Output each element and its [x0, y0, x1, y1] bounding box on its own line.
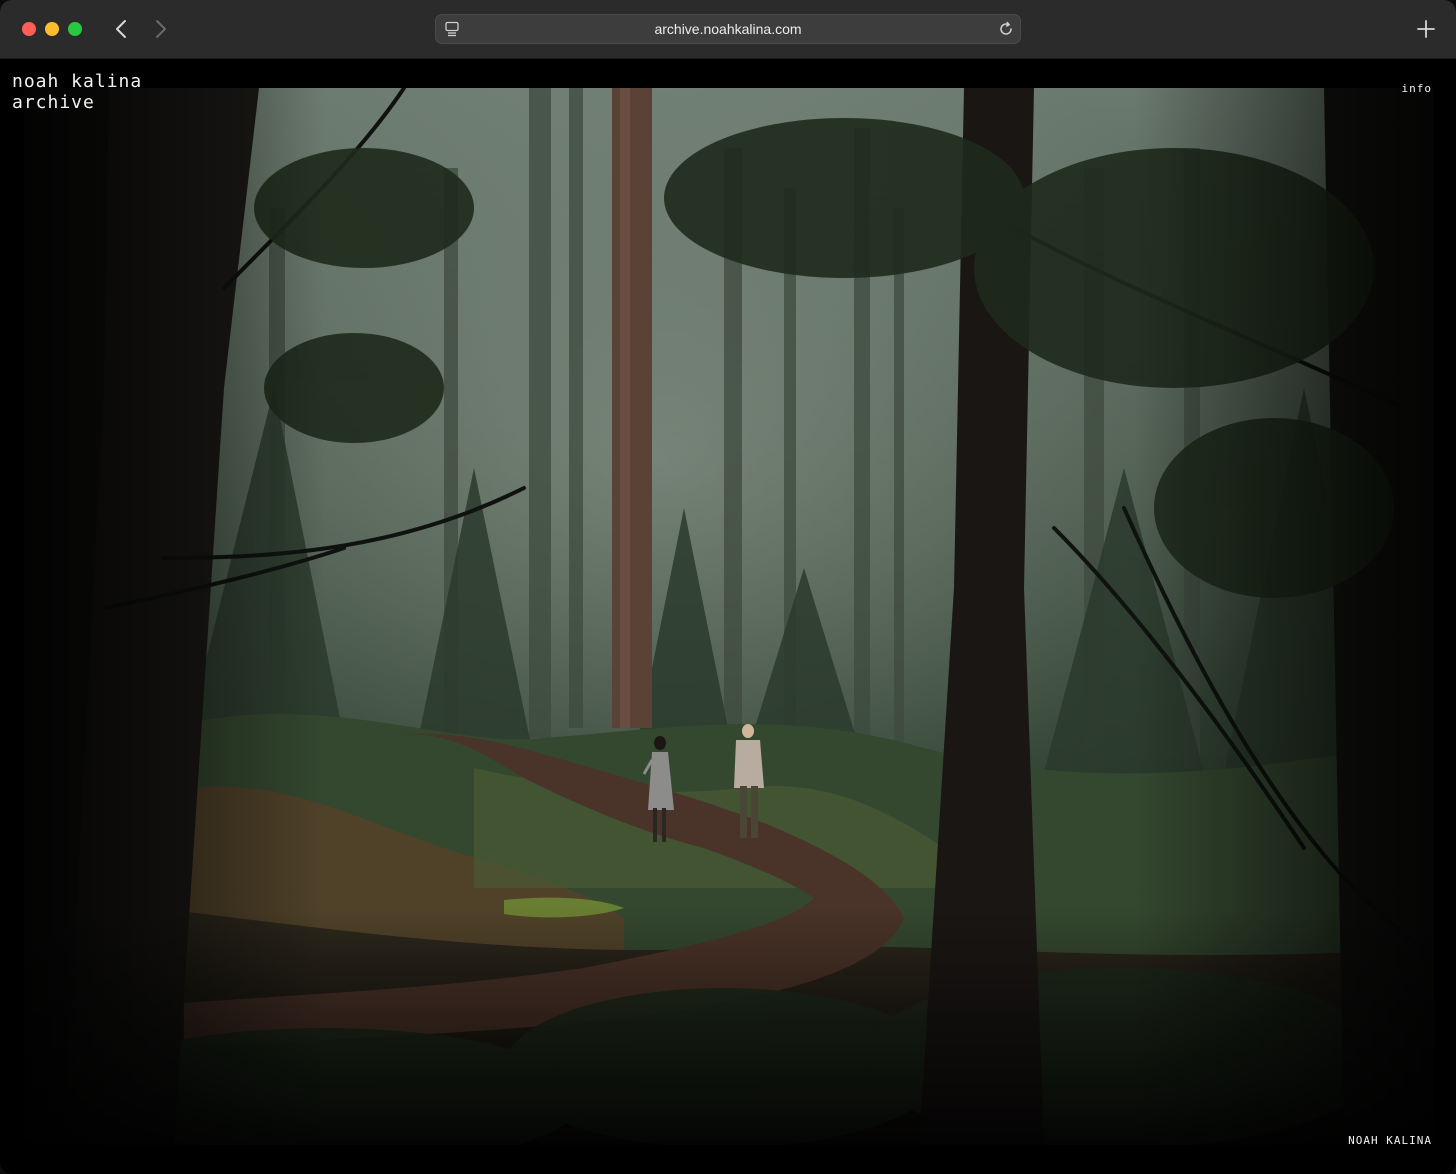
featured-photo[interactable] [24, 88, 1434, 1145]
forward-button[interactable] [148, 16, 174, 42]
browser-toolbar: archive.noahkalina.com [0, 0, 1456, 59]
chevron-right-icon [156, 20, 166, 38]
plus-icon [1417, 20, 1435, 38]
reload-icon[interactable] [997, 20, 1015, 38]
site-title-line1: noah kalina [12, 71, 143, 92]
site-title-line2: archive [12, 92, 95, 113]
photo-credit: NOAH KALINA [1348, 1134, 1432, 1147]
web-page: noah kalina archive info NOAH KALINA [0, 59, 1456, 1174]
zoom-window-button[interactable] [68, 22, 82, 36]
close-window-button[interactable] [22, 22, 36, 36]
info-link[interactable]: info [1402, 82, 1433, 95]
back-button[interactable] [108, 16, 134, 42]
site-title-link[interactable]: noah kalina archive [12, 71, 142, 113]
new-tab-button[interactable] [1414, 17, 1438, 41]
chevron-left-icon [116, 20, 126, 38]
minimize-window-button[interactable] [45, 22, 59, 36]
address-bar[interactable]: archive.noahkalina.com [435, 14, 1021, 44]
browser-window: archive.noahkalina.com noah kalina archi… [0, 0, 1456, 1174]
url-text[interactable]: archive.noahkalina.com [436, 15, 1020, 44]
forest-photo-illustration [24, 88, 1434, 1145]
